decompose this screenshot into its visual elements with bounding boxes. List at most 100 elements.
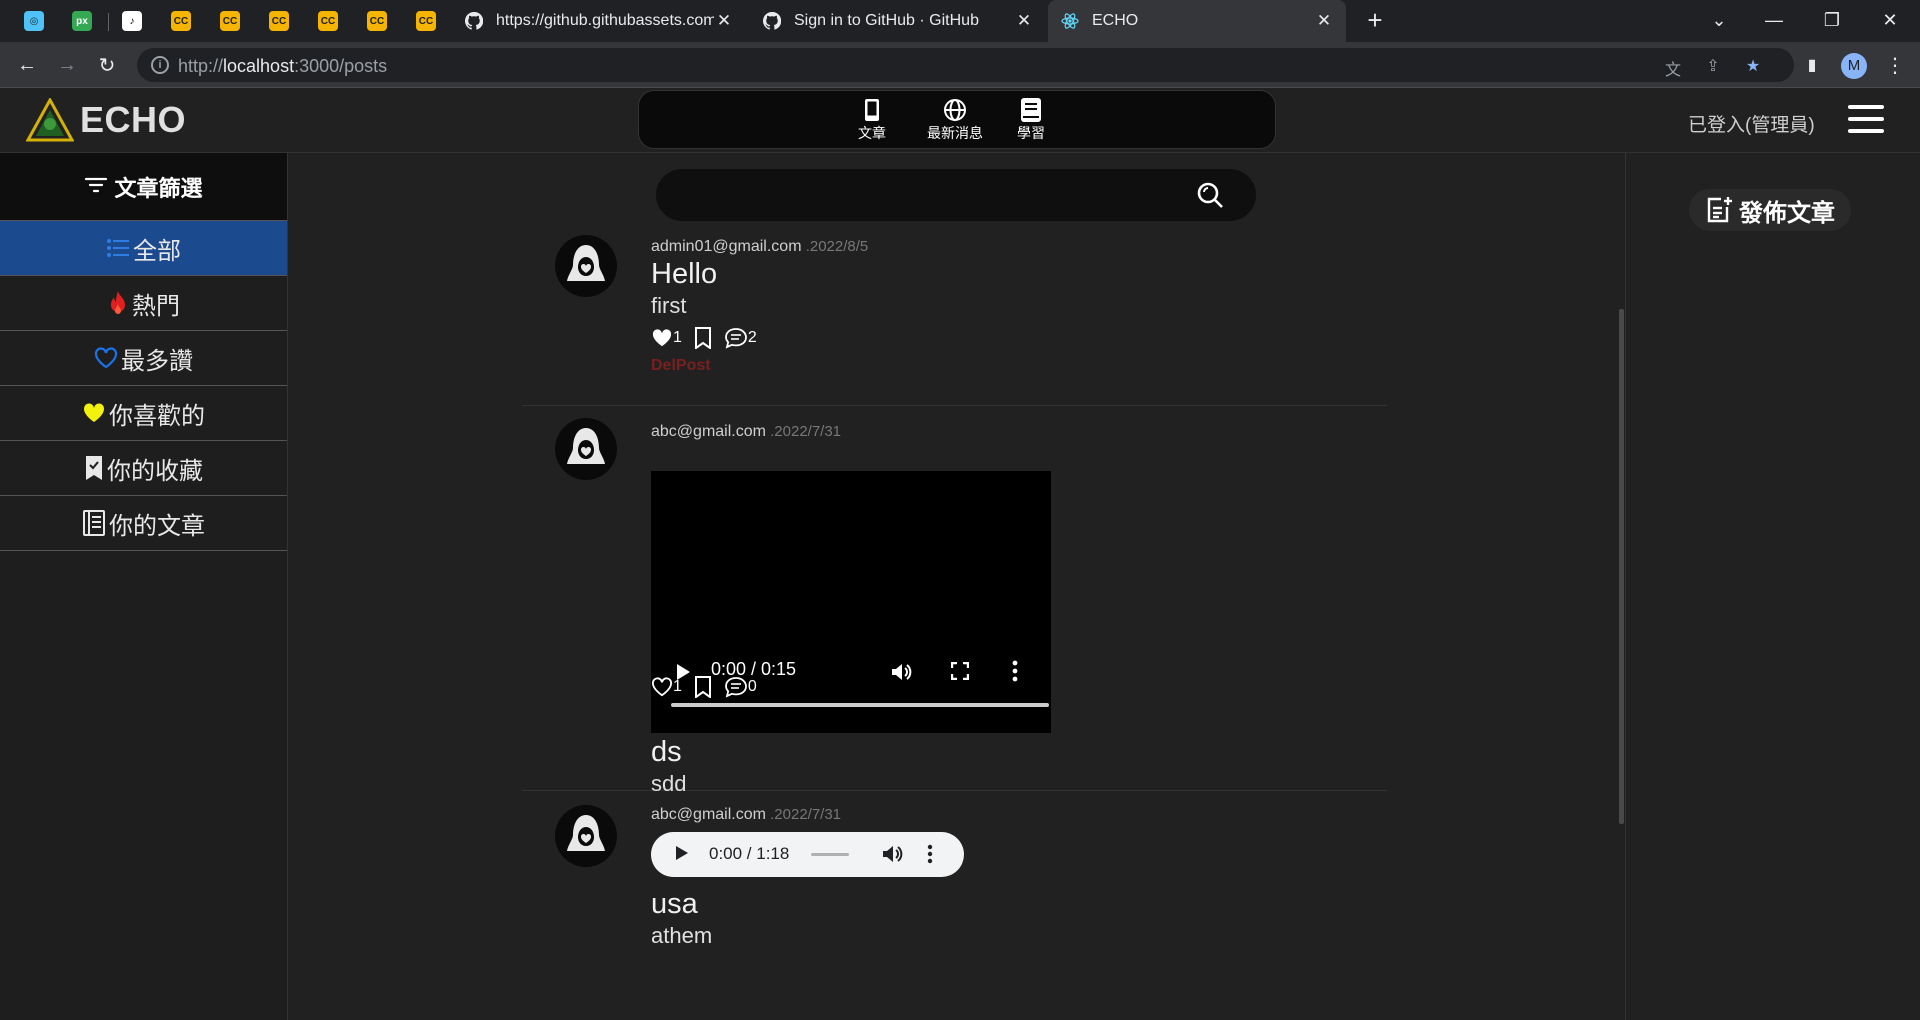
filter-you-liked[interactable]: 你喜歡的 bbox=[0, 385, 287, 441]
fullscreen-icon[interactable] bbox=[950, 661, 970, 685]
translate-icon[interactable]: 文 bbox=[1663, 56, 1683, 79]
nav-label: 文章 bbox=[858, 125, 886, 141]
tab-pinned-9[interactable]: CC bbox=[402, 7, 450, 35]
cc-favicon-icon: CC bbox=[269, 11, 289, 31]
tab-title: ECHO bbox=[1092, 12, 1139, 29]
filter-label: 全部 bbox=[133, 237, 181, 265]
comment-button[interactable]: 0 bbox=[724, 676, 757, 698]
hamburger-menu-icon[interactable] bbox=[1848, 105, 1884, 133]
more-options-icon[interactable] bbox=[927, 844, 933, 869]
filter-title: 文章篩選 bbox=[114, 175, 203, 201]
post-date: .2022/8/5 bbox=[801, 238, 869, 255]
nav-learning[interactable]: 學習 bbox=[1017, 97, 1045, 143]
tab-pinned-2[interactable]: px bbox=[58, 7, 106, 35]
comment-button[interactable]: 2 bbox=[724, 327, 757, 349]
reload-icon[interactable]: ↻ bbox=[92, 50, 122, 80]
avatar[interactable] bbox=[555, 235, 617, 297]
post-date: .2022/7/31 bbox=[765, 806, 842, 823]
book-icon bbox=[1020, 97, 1042, 123]
globe-favicon-icon: ◎ bbox=[24, 11, 44, 31]
url-omnibox[interactable]: i http://localhost:3000/posts 文 ⇪ ★ bbox=[137, 48, 1794, 82]
publish-post-button[interactable]: 發佈文章 bbox=[1689, 189, 1851, 231]
tab-pinned-4[interactable]: CC bbox=[157, 7, 205, 35]
post-title[interactable]: ds bbox=[651, 736, 682, 769]
avatar[interactable] bbox=[555, 418, 617, 480]
post-card: admin01@gmail.com .2022/8/5 Hello first … bbox=[522, 229, 1387, 406]
nav-articles[interactable]: 文章 bbox=[858, 97, 886, 143]
share-icon[interactable]: ⇪ bbox=[1703, 56, 1723, 76]
filter-label: 你的收藏 bbox=[107, 457, 203, 485]
profile-avatar[interactable]: M bbox=[1841, 53, 1867, 79]
search-bar[interactable] bbox=[656, 169, 1256, 221]
hooded-avatar-icon bbox=[567, 428, 605, 464]
tab-github-signin[interactable]: Sign in to GitHub · GitHub ✕ bbox=[750, 0, 1046, 42]
volume-icon[interactable] bbox=[881, 843, 903, 870]
logo[interactable]: ECHO bbox=[26, 98, 186, 142]
audio-progress-bar[interactable] bbox=[811, 853, 849, 856]
post-title[interactable]: usa bbox=[651, 888, 698, 921]
url-text[interactable]: http://localhost:3000/posts bbox=[178, 56, 387, 77]
login-status[interactable]: 已登入(管理員) bbox=[1688, 110, 1815, 137]
tab-pinned-6[interactable]: CC bbox=[255, 7, 303, 35]
github-favicon-icon bbox=[464, 11, 484, 31]
filter-all[interactable]: 全部 bbox=[0, 220, 287, 276]
tab-pinned-8[interactable]: CC bbox=[353, 7, 401, 35]
feed-scrollbar[interactable] bbox=[1619, 309, 1624, 824]
github-favicon-icon bbox=[762, 11, 782, 31]
tab-search-icon[interactable]: ⌄ bbox=[1691, 0, 1747, 40]
new-tab-button[interactable]: + bbox=[1361, 7, 1389, 35]
bookmark-button[interactable] bbox=[694, 676, 712, 698]
close-tab-icon[interactable]: ✕ bbox=[1014, 11, 1034, 31]
tab-pinned-5[interactable]: CC bbox=[206, 7, 254, 35]
fire-icon bbox=[107, 290, 129, 316]
close-tab-icon[interactable]: ✕ bbox=[714, 11, 734, 31]
post-author[interactable]: admin01@gmail.com bbox=[651, 238, 802, 255]
app-header: ECHO 文章 最新消息 學習 已登入(管理員) bbox=[0, 88, 1920, 153]
audio-player[interactable]: 0:00 / 1:18 bbox=[651, 832, 964, 877]
like-button[interactable]: 1 bbox=[651, 677, 682, 697]
close-window-button[interactable]: ✕ bbox=[1862, 0, 1918, 40]
site-info-icon[interactable]: i bbox=[151, 56, 169, 74]
volume-icon[interactable] bbox=[890, 661, 912, 688]
minimize-button[interactable]: — bbox=[1746, 0, 1802, 40]
filter-most-liked[interactable]: 最多讚 bbox=[0, 330, 287, 386]
tab-echo[interactable]: ECHO ✕ bbox=[1048, 0, 1346, 42]
bookmark-button[interactable] bbox=[694, 327, 712, 349]
hooded-avatar-icon bbox=[567, 245, 605, 281]
tiktok-favicon-icon: ♪ bbox=[122, 11, 142, 31]
search-icon[interactable] bbox=[1196, 181, 1224, 214]
video-progress-bar[interactable] bbox=[671, 703, 1049, 707]
filter-your-posts[interactable]: 你的文章 bbox=[0, 495, 287, 551]
tab-pinned-3[interactable]: ♪ bbox=[108, 7, 156, 35]
filter-hot[interactable]: 熱門 bbox=[0, 275, 287, 331]
like-button[interactable]: 1 bbox=[651, 328, 682, 348]
filter-label: 熱門 bbox=[132, 292, 180, 320]
avatar[interactable] bbox=[555, 805, 617, 867]
filter-your-bookmarks[interactable]: 你的收藏 bbox=[0, 440, 287, 496]
tab-title: https://github.githubassets.com bbox=[496, 12, 714, 29]
delete-post-button[interactable]: DelPost bbox=[651, 357, 711, 375]
post-author[interactable]: abc@gmail.com bbox=[651, 423, 766, 440]
tab-github-assets[interactable]: https://github.githubassets.com ✕ bbox=[452, 0, 746, 42]
comment-icon bbox=[725, 677, 747, 698]
tab-pinned-1[interactable]: ◎ bbox=[10, 7, 58, 35]
cc-favicon-icon: CC bbox=[367, 11, 387, 31]
post-meta: abc@gmail.com .2022/7/31 bbox=[651, 423, 841, 441]
tab-pinned-7[interactable]: CC bbox=[304, 7, 352, 35]
search-input[interactable] bbox=[680, 179, 1180, 211]
more-options-icon[interactable] bbox=[1012, 660, 1018, 687]
cc-favicon-icon: CC bbox=[220, 11, 240, 31]
post-title[interactable]: Hello bbox=[651, 258, 717, 291]
chrome-menu-icon[interactable]: ⋮ bbox=[1880, 50, 1910, 80]
play-icon[interactable] bbox=[675, 845, 689, 866]
nav-news[interactable]: 最新消息 bbox=[927, 97, 983, 143]
post-author[interactable]: abc@gmail.com bbox=[651, 806, 766, 823]
close-tab-icon[interactable]: ✕ bbox=[1314, 11, 1334, 31]
bookmark-star-icon[interactable]: ★ bbox=[1743, 56, 1763, 76]
side-panel-icon[interactable]: ▮ bbox=[1797, 50, 1827, 80]
comment-count: 2 bbox=[747, 329, 757, 346]
filter-header: 文章篩選 bbox=[0, 153, 287, 221]
forward-icon[interactable]: → bbox=[52, 50, 82, 80]
restore-button[interactable]: ❐ bbox=[1804, 0, 1860, 40]
back-icon[interactable]: ← bbox=[12, 50, 42, 80]
